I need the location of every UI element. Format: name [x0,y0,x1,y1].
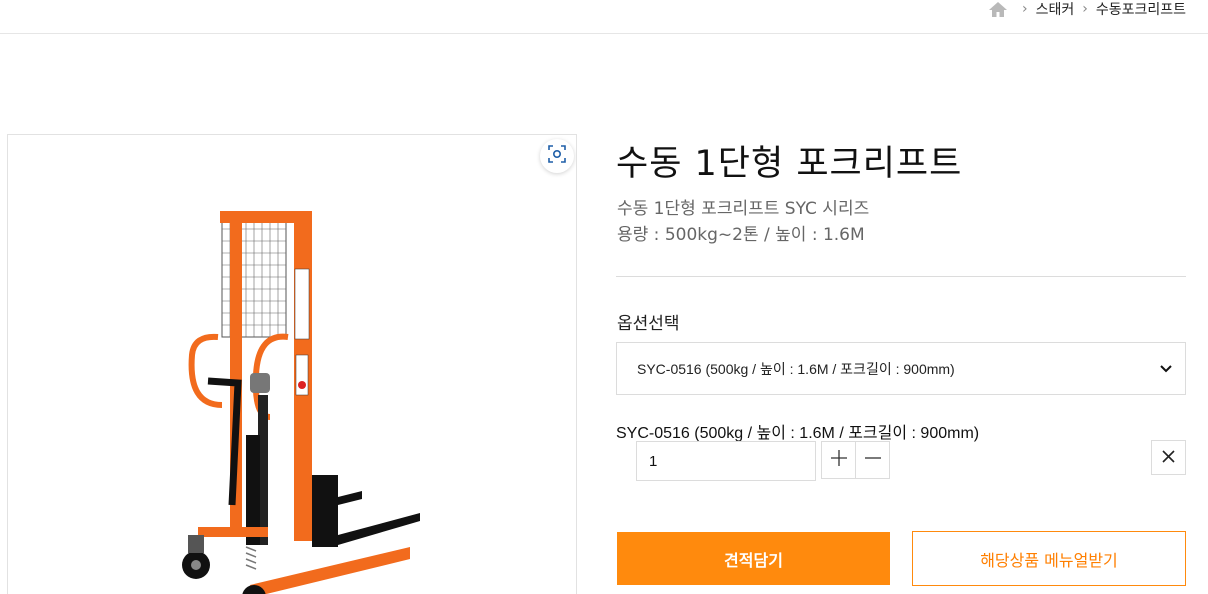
option-select[interactable]: SYC-0516 (500kg / 높이 : 1.6M / 포크길이 : 900… [616,342,1186,395]
selected-option-name: SYC-0516 (500kg / 높이 : 1.6M / 포크길이 : 900… [616,425,980,442]
minus-icon [864,449,882,471]
close-icon [1162,448,1175,467]
option-label: 옵션선택 [617,314,680,334]
product-subtitle: 수동 1단형 포크리프트 SYC 시리즈 [617,199,870,219]
chevron-down-icon [1155,364,1177,373]
info-divider [616,276,1186,277]
remove-option-button[interactable] [1151,440,1186,475]
quantity-increase-button[interactable] [821,441,856,479]
header-divider [0,33,1208,34]
chevron-right-icon: › [1082,1,1088,17]
breadcrumb-item-stacker[interactable]: 스태커 [1036,0,1075,19]
product-title: 수동 1단형 포크리프트 [616,144,963,184]
zoom-icon [548,145,566,167]
breadcrumb-item-manual-forklift[interactable]: 수동포크리프트 [1096,0,1186,19]
quantity-input[interactable] [636,441,816,481]
chevron-right-icon: › [1021,1,1028,17]
product-image-panel [7,134,577,594]
option-select-value: SYC-0516 (500kg / 높이 : 1.6M / 포크길이 : 900… [637,360,955,377]
product-spec: 용량 : 500kg~2톤 / 높이 : 1.6M [617,225,865,245]
home-icon[interactable] [988,1,1008,17]
plus-icon [830,449,848,471]
product-summary: 수동 1단형 포크리프트 SYC 시리즈 용량 : 500kg~2톤 / 높이 … [617,196,869,248]
breadcrumb: › 스태커 › 수동포크리프트 [988,0,1186,18]
add-to-quote-button[interactable]: 견적담기 [617,532,890,585]
quantity-decrease-button[interactable] [855,441,890,479]
product-image [182,211,420,594]
download-manual-button[interactable]: 해당상품 메뉴얼받기 [912,531,1186,586]
zoom-button[interactable] [540,139,574,173]
